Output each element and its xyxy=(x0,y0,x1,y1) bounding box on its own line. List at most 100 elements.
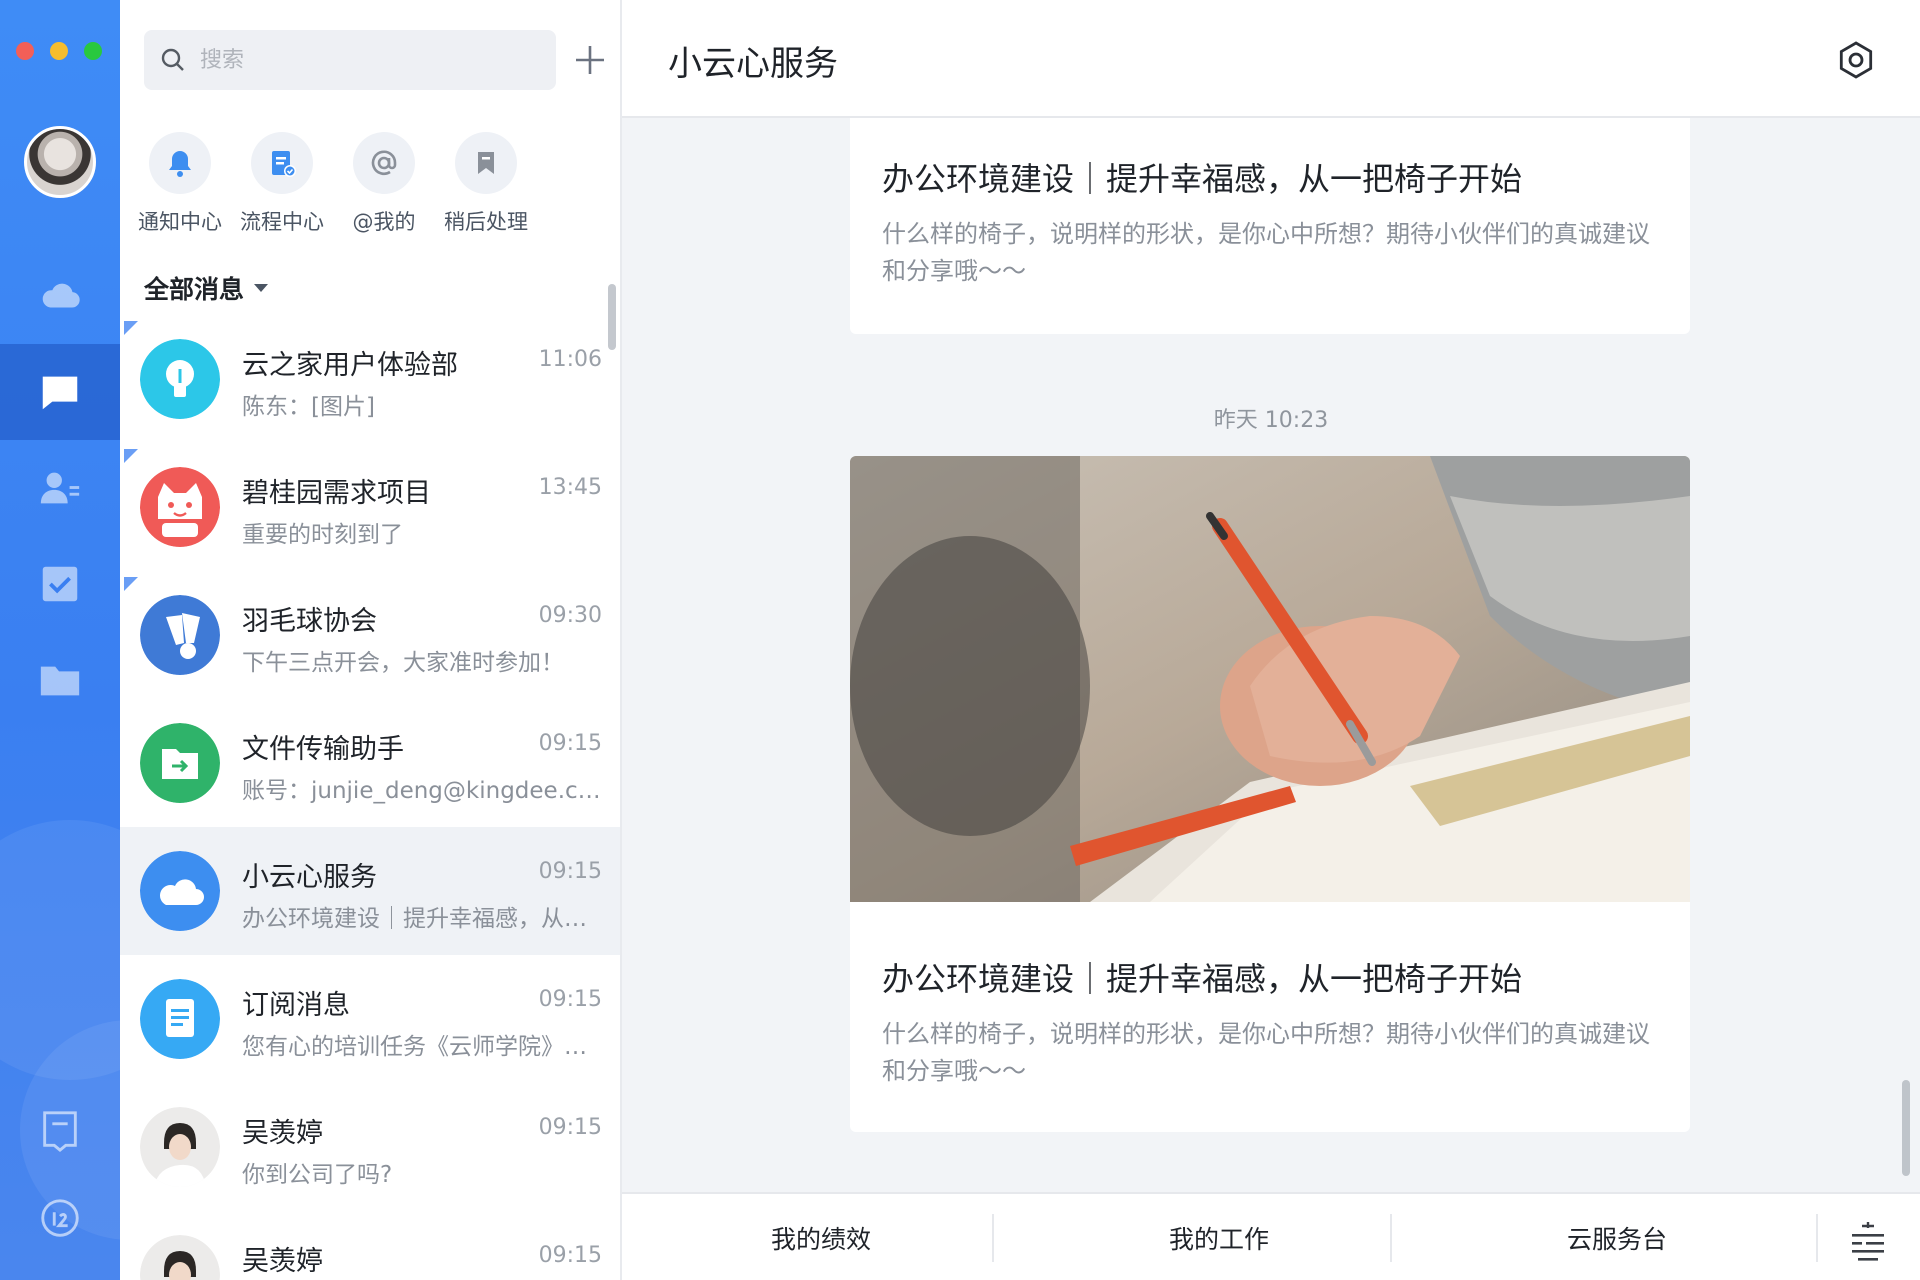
rail-messages-button[interactable] xyxy=(0,344,120,440)
conversation-item[interactable]: 吴羡婷 09:15 你到公司了吗? xyxy=(120,1083,620,1211)
article-title: 办公环境建设｜提升幸福感，从一把椅子开始 xyxy=(882,160,1523,198)
message-filter-dropdown[interactable]: 全部消息 xyxy=(144,270,269,306)
conversation-time: 13:45 xyxy=(538,475,602,500)
conversation-time: 09:15 xyxy=(538,731,602,756)
rail-notes-button[interactable] xyxy=(0,1082,120,1178)
quick-label: 稍后处理 xyxy=(444,210,528,234)
search-box[interactable] xyxy=(144,30,556,90)
bookmark-icon xyxy=(478,152,494,174)
conversation-name: 小云心服务 xyxy=(242,862,377,893)
quick-icon-wrap xyxy=(149,132,211,194)
conversation-preview: 办公环境建设｜提升幸福感，从一把椅子开始 xyxy=(242,906,602,932)
settings-icon[interactable] xyxy=(1836,40,1876,80)
article-title: 办公环境建设｜提升幸福感，从一把椅子开始 xyxy=(882,960,1523,998)
conversation-avatar xyxy=(140,1235,220,1280)
conversation-preview: 陈东：[图片] xyxy=(242,394,375,420)
conversation-preview: 账号：junjie_deng@kingdee.com xyxy=(242,778,602,804)
search-icon xyxy=(161,48,184,71)
conversation-name: 云之家用户体验部 xyxy=(242,350,458,381)
conversation-item-selected[interactable]: 小云心服务 09:15 办公环境建设｜提升幸福感，从一把椅子开始 xyxy=(120,827,620,955)
conversation-item[interactable]: 碧桂园需求项目 13:45 重要的时刻到了 xyxy=(120,443,620,571)
conversation-name: 文件传输助手 xyxy=(242,734,404,765)
conversation-time: 09:15 xyxy=(538,987,602,1012)
conversation-name: 羽毛球协会 xyxy=(242,606,377,637)
conversation-panel: 通知中心 流程中心 @我的 稍后处理 全部消息 云之家用户体验部 11:06 xyxy=(120,0,620,1280)
pinned-marker xyxy=(124,321,138,335)
conversation-item[interactable]: 文件传输助手 09:15 账号：junjie_deng@kingdee.com xyxy=(120,699,620,827)
conversation-preview: 您有心的培训任务《云师学院》已开始 xyxy=(242,1034,602,1060)
window-minimize-button[interactable] xyxy=(50,42,68,60)
article-cover-image xyxy=(850,456,1690,902)
article-description: 什么样的椅子，说明样的形状，是你心中所想？期待小伙伴们的真诚建议和分享哦～～ xyxy=(882,1020,1650,1085)
keyboard-toggle-icon[interactable] xyxy=(1846,1218,1890,1262)
chat-title: 小云心服务 xyxy=(668,44,838,84)
menu-my-performance[interactable]: 我的绩效 xyxy=(622,1194,1020,1280)
user-avatar[interactable] xyxy=(24,126,96,198)
conversation-name: 碧桂园需求项目 xyxy=(242,478,431,509)
conversation-item[interactable]: 订阅消息 09:15 您有心的培训任务《云师学院》已开始 xyxy=(120,955,620,1083)
conversation-item[interactable]: 云之家用户体验部 11:06 陈东：[图片] xyxy=(120,315,620,443)
notes-icon xyxy=(43,1111,77,1152)
contacts-icon xyxy=(40,472,80,504)
rail-contacts-button[interactable] xyxy=(0,440,120,536)
at-icon xyxy=(371,150,397,176)
article-card[interactable]: 办公环境建设｜提升幸福感，从一把椅子开始 什么样的椅子，说明样的形状，是你心中所… xyxy=(850,118,1690,334)
menu-separator xyxy=(992,1214,994,1262)
add-icon[interactable] xyxy=(570,40,610,80)
conversation-scrollbar[interactable] xyxy=(608,284,616,350)
conversation-avatar xyxy=(140,851,220,931)
quick-later[interactable]: 稍后处理 xyxy=(426,132,546,236)
rail-files-button[interactable] xyxy=(0,632,120,728)
document-icon xyxy=(140,979,220,1059)
chat-pane: 小云心服务 办公环境建设｜提升幸福感，从一把椅子开始 什么样的椅子，说明样的形状… xyxy=(622,0,1920,1280)
menu-my-work[interactable]: 我的工作 xyxy=(1020,1194,1418,1280)
folder-icon xyxy=(40,666,80,696)
conversation-time: 09:30 xyxy=(538,603,602,628)
menu-cloud-service-desk[interactable]: 云服务台 xyxy=(1418,1194,1816,1280)
person-photo xyxy=(140,1235,220,1280)
conversation-avatar xyxy=(140,979,220,1059)
shuttlecock-icon xyxy=(140,595,220,675)
conversation-time: 09:15 xyxy=(538,1243,602,1268)
person-photo xyxy=(140,1107,220,1187)
window-maximize-button[interactable] xyxy=(84,42,102,60)
rail-app-button[interactable] xyxy=(0,1170,120,1266)
conversation-avatar xyxy=(140,595,220,675)
bell-icon xyxy=(169,151,191,177)
article-body: 办公环境建设｜提升幸福感，从一把椅子开始 什么样的椅子，说明样的形状，是你心中所… xyxy=(850,902,1690,1090)
conversation-item[interactable]: 羽毛球协会 09:30 下午三点开会，大家准时参加！ xyxy=(120,571,620,699)
filter-label: 全部消息 xyxy=(144,275,245,304)
service-menu-bar: 我的绩效 我的工作 云服务台 xyxy=(622,1192,1920,1280)
quick-icon-wrap xyxy=(455,132,517,194)
conversation-item[interactable]: 吴羡婷 09:15 xyxy=(120,1211,620,1280)
article-card[interactable]: 办公环境建设｜提升幸福感，从一把椅子开始 什么样的椅子，说明样的形状，是你心中所… xyxy=(850,456,1690,1132)
cloud-icon xyxy=(42,283,80,308)
chevron-down-icon xyxy=(254,284,269,292)
quick-icon-wrap xyxy=(353,132,415,194)
conversation-avatar xyxy=(140,1107,220,1187)
menu-separator xyxy=(1816,1214,1818,1262)
chat-scrollbar[interactable] xyxy=(1902,1080,1910,1176)
conversation-preview: 重要的时刻到了 xyxy=(242,522,403,548)
rail-tasks-button[interactable] xyxy=(0,536,120,632)
folder-transfer-icon xyxy=(140,723,220,803)
search-input[interactable] xyxy=(200,47,540,73)
message-timestamp: 昨天 10:23 xyxy=(1213,408,1329,433)
conversation-preview: 下午三点开会，大家准时参加！ xyxy=(242,650,564,676)
pinned-marker xyxy=(124,449,138,463)
workflow-doc-icon xyxy=(272,151,296,177)
article-description: 什么样的椅子，说明样的形状，是你心中所想？期待小伙伴们的真诚建议和分享哦～～ xyxy=(882,220,1650,285)
conversation-name: 吴羡婷 xyxy=(242,1118,323,1149)
menu-separator xyxy=(1390,1214,1392,1262)
timer-icon xyxy=(41,1199,79,1237)
rail-cloud-button[interactable] xyxy=(0,248,120,344)
conversation-avatar xyxy=(140,467,220,547)
message-icon xyxy=(42,376,78,410)
nav-rail xyxy=(0,0,120,1280)
conversation-avatar xyxy=(140,339,220,419)
window-close-button[interactable] xyxy=(16,42,34,60)
quick-icon-wrap xyxy=(251,132,313,194)
lucky-cat-icon xyxy=(140,467,220,547)
conversation-preview: 你到公司了吗? xyxy=(242,1162,393,1188)
checkbox-icon xyxy=(42,566,78,602)
